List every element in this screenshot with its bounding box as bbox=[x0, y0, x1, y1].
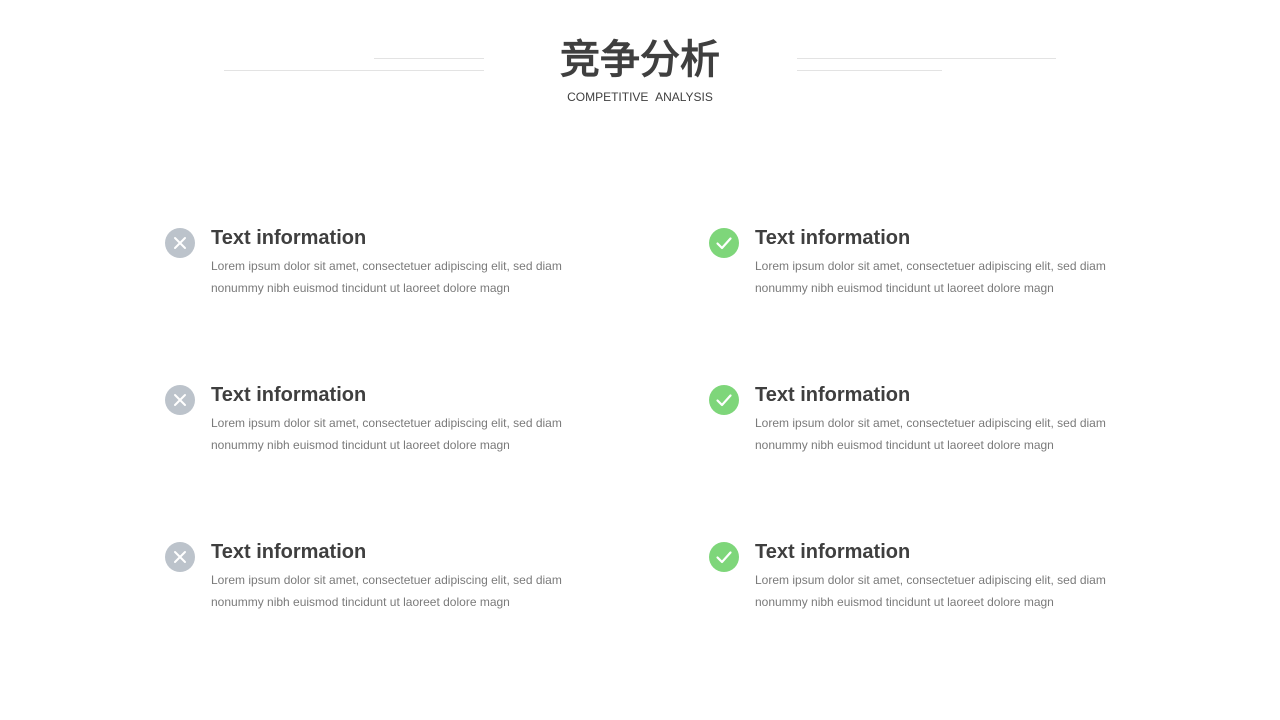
item-title: Text information bbox=[211, 227, 367, 249]
check-icon bbox=[709, 385, 739, 415]
item-body: Lorem ipsum dolor sit amet, consectetuer… bbox=[755, 573, 1106, 609]
item-body: Lorem ipsum dolor sit amet, consectetuer… bbox=[211, 573, 562, 609]
check-icon bbox=[709, 542, 739, 572]
item-title: Text information bbox=[755, 541, 911, 563]
cross-icon bbox=[165, 542, 195, 572]
list-item-negative-2: Text information Lorem ipsum dolor sit a… bbox=[165, 382, 595, 472]
item-body: Lorem ipsum dolor sit amet, consectetuer… bbox=[211, 259, 562, 295]
cross-icon bbox=[165, 228, 195, 258]
item-title: Text information bbox=[211, 384, 367, 406]
cross-icon bbox=[165, 385, 195, 415]
item-title: Text information bbox=[211, 541, 367, 563]
item-body: Lorem ipsum dolor sit amet, consectetuer… bbox=[211, 416, 562, 452]
page-subtitle: COMPETITIVE ANALYSIS bbox=[567, 90, 713, 104]
item-title: Text information bbox=[755, 227, 911, 249]
item-body: Lorem ipsum dolor sit amet, consectetuer… bbox=[755, 259, 1106, 295]
list-item-positive-1: Text information Lorem ipsum dolor sit a… bbox=[709, 225, 1139, 315]
slide: 竞争分析 COMPETITIVE ANALYSIS Text informati… bbox=[0, 0, 1280, 720]
list-item-positive-3: Text information Lorem ipsum dolor sit a… bbox=[709, 539, 1139, 629]
list-item-positive-2: Text information Lorem ipsum dolor sit a… bbox=[709, 382, 1139, 472]
item-body: Lorem ipsum dolor sit amet, consectetuer… bbox=[755, 416, 1106, 452]
list-item-negative-3: Text information Lorem ipsum dolor sit a… bbox=[165, 539, 595, 629]
list-item-negative-1: Text information Lorem ipsum dolor sit a… bbox=[165, 225, 595, 315]
check-icon bbox=[709, 228, 739, 258]
item-title: Text information bbox=[755, 384, 911, 406]
page-title: 竞争分析 bbox=[560, 37, 720, 83]
